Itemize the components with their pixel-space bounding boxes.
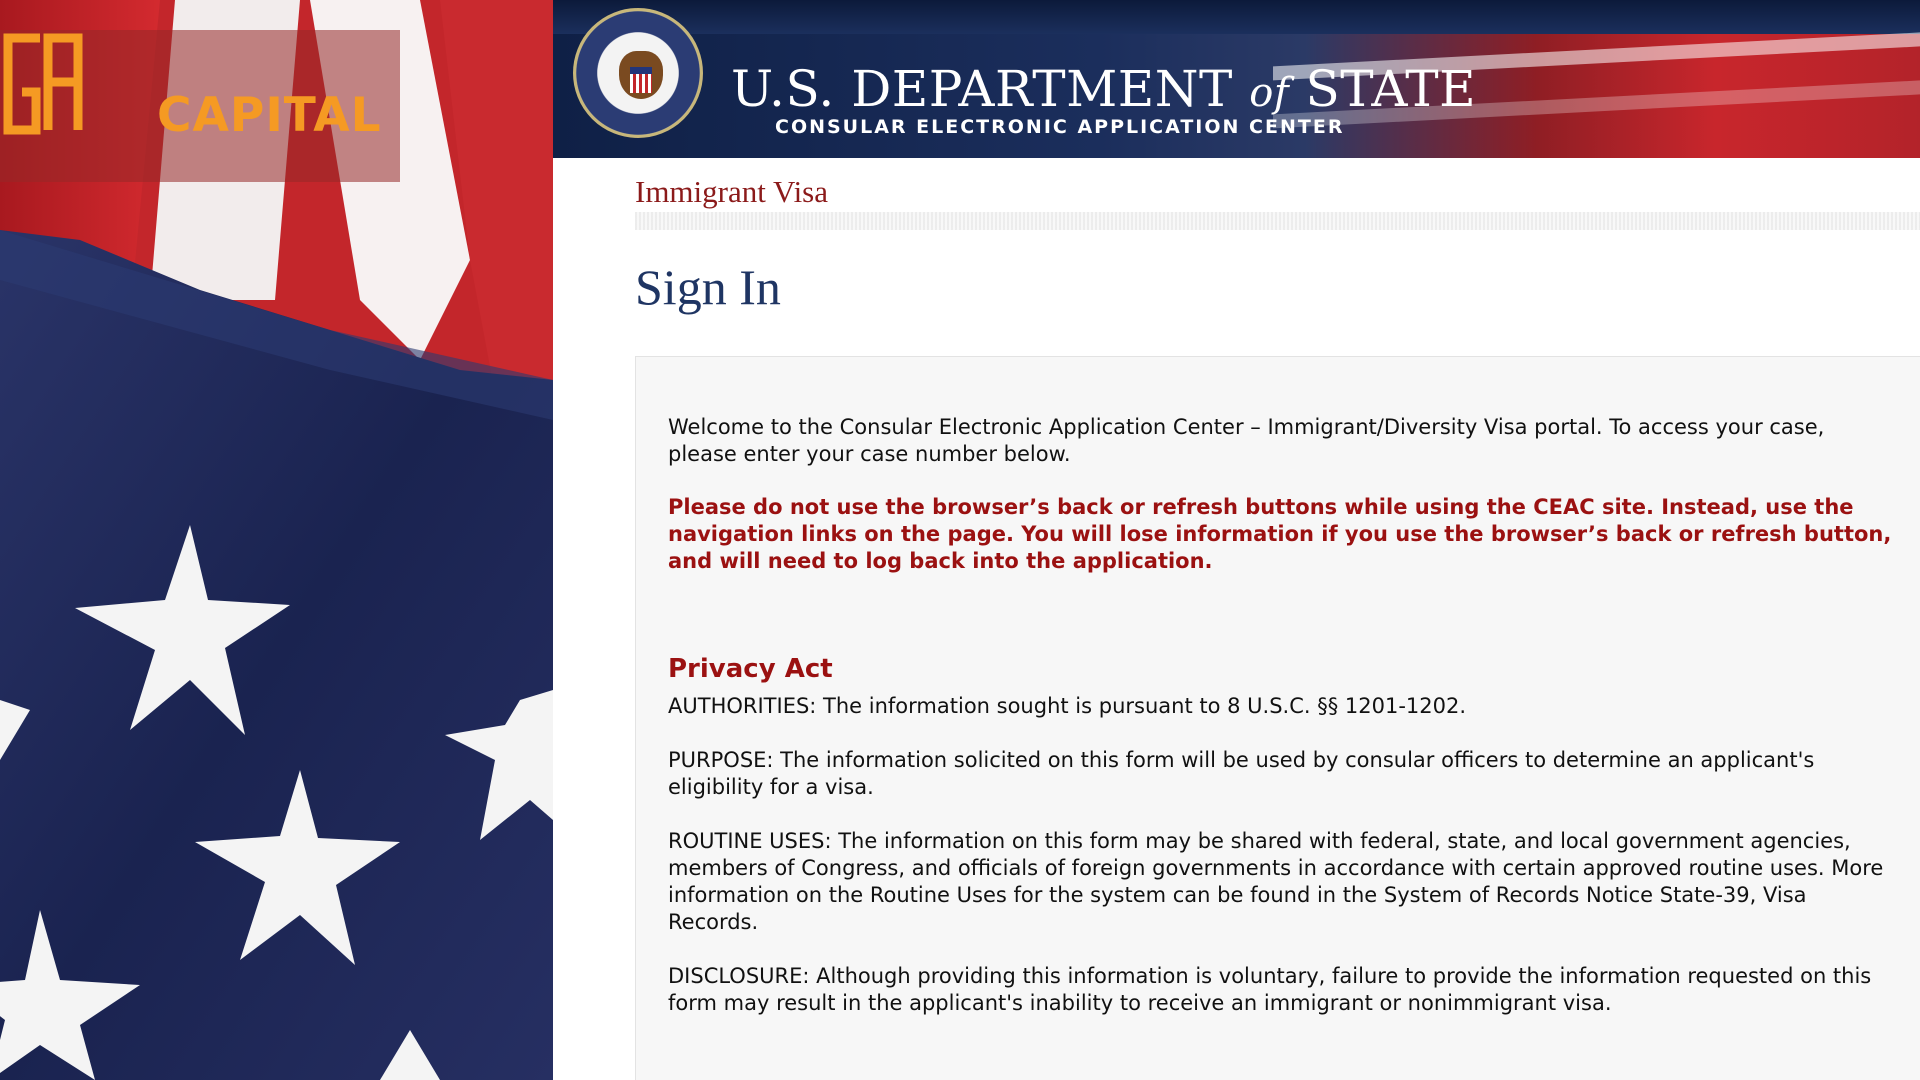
purpose-text: PURPOSE: The information solicited on th… — [668, 748, 1815, 799]
department-title-part2: STATE — [1289, 60, 1477, 118]
shield-icon — [630, 67, 652, 93]
header-banner: U.S. DEPARTMENT of STATE CONSULAR ELECTR… — [553, 0, 1920, 158]
department-title-of: of — [1249, 70, 1290, 116]
department-subtitle: CONSULAR ELECTRONIC APPLICATION CENTER — [775, 116, 1345, 138]
page-title: Sign In — [635, 259, 781, 315]
content-body: Welcome to the Consular Electronic Appli… — [668, 414, 1898, 1044]
capital-logo: CAPITAL — [0, 30, 400, 182]
department-title-part1: U.S. DEPARTMENT — [731, 60, 1250, 118]
sign-in-content-panel: Welcome to the Consular Electronic Appli… — [635, 356, 1920, 1080]
browser-warning-text: Please do not use the browser’s back or … — [668, 495, 1892, 573]
section-divider — [635, 212, 1920, 230]
logo-text: CAPITAL — [157, 88, 382, 143]
section-title: Immigrant Visa — [635, 174, 829, 209]
routine-uses-text: ROUTINE USES: The information on this fo… — [668, 829, 1884, 934]
authorities-text: AUTHORITIES: The information sought is p… — [668, 694, 1467, 718]
banner-top-bar — [553, 0, 1920, 34]
department-title: U.S. DEPARTMENT of STATE — [731, 60, 1476, 118]
welcome-text: Welcome to the Consular Electronic Appli… — [668, 415, 1825, 466]
gh-monogram-icon — [3, 33, 83, 135]
privacy-act-heading: Privacy Act — [668, 654, 833, 684]
flag-background: CAPITAL — [0, 0, 553, 1080]
department-of-state-seal-icon — [573, 8, 703, 138]
disclosure-text: DISCLOSURE: Although providing this info… — [668, 964, 1872, 1015]
